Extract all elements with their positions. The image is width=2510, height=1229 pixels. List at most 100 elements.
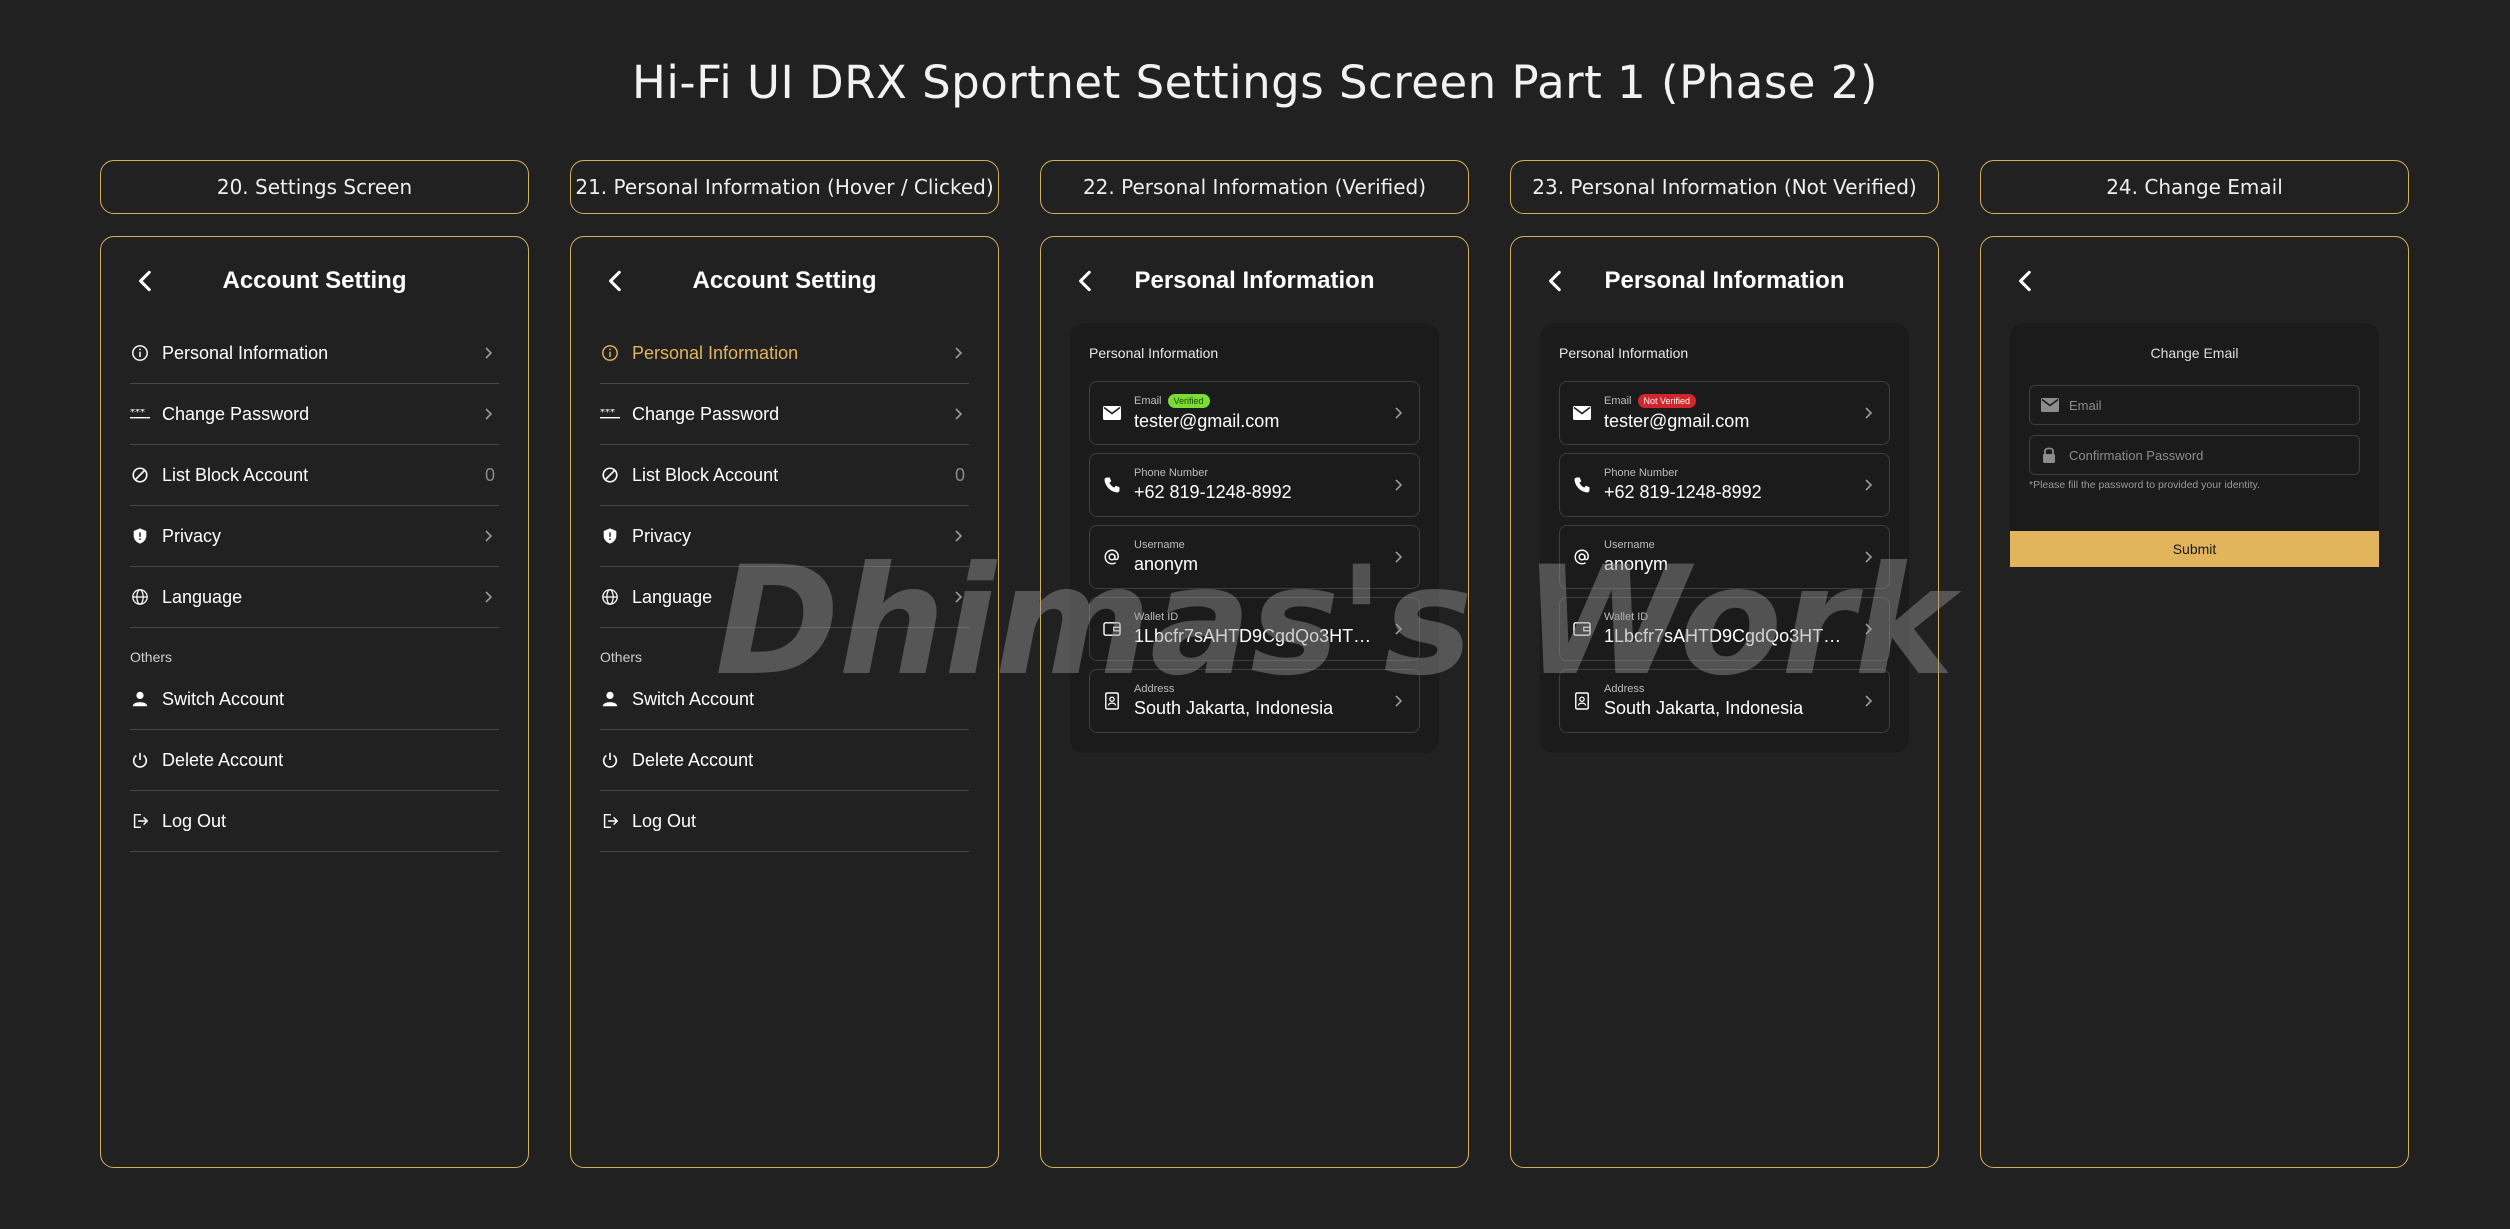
- menu-item-label: Privacy: [632, 525, 692, 546]
- address-book-icon: [1102, 691, 1122, 711]
- phone-value: +62 819-1248-8992: [1604, 482, 1762, 502]
- menu-item-list-block-account[interactable]: List Block Account 0: [600, 445, 969, 506]
- menu-item-label: Language: [162, 586, 243, 607]
- back-arrow-icon[interactable]: [2013, 268, 2039, 294]
- info-row-phone[interactable]: Phone Number +62 819-1248-8992: [1089, 453, 1420, 517]
- menu-item-personal-information[interactable]: Personal Information: [600, 323, 969, 384]
- confirmation-password-input[interactable]: Confirmation Password: [2029, 435, 2360, 475]
- menu-item-list-block-account[interactable]: List Block Account 0: [130, 445, 499, 506]
- info-row-username[interactable]: Username anonym: [1559, 525, 1890, 589]
- address-value: South Jakarta, Indonesia: [1604, 698, 1804, 718]
- verified-badge: Verified: [1167, 394, 1210, 408]
- menu-item-label: Personal Information: [162, 342, 329, 363]
- phone-frame: Account Setting Personal Information ***…: [570, 236, 999, 1168]
- menu-item-switch-account[interactable]: Switch Account: [600, 669, 969, 730]
- svg-text:***: ***: [600, 409, 615, 418]
- menu-item-privacy[interactable]: Privacy: [130, 506, 499, 567]
- screen-label: 23. Personal Information (Not Verified): [1510, 160, 1939, 214]
- info-row-email[interactable]: Email Verified tester@gmail.com: [1089, 381, 1420, 445]
- others-menu: Switch Account Delete Account Log Out: [600, 669, 969, 852]
- personal-info-card: Personal Information Email Not Verified t…: [1540, 323, 1909, 753]
- field-label: Phone Number: [1134, 467, 1208, 479]
- block-icon: [130, 465, 150, 485]
- logout-icon: [600, 811, 620, 831]
- menu-item-language[interactable]: Language: [130, 567, 499, 628]
- page-title: Hi-Fi UI DRX Sportnet Settings Screen Pa…: [632, 56, 1878, 109]
- at-icon: [1572, 547, 1592, 567]
- info-row-email[interactable]: Email Not Verified tester@gmail.com: [1559, 381, 1890, 445]
- chevron-right-icon: [1395, 407, 1403, 419]
- email-placeholder: Email: [2069, 397, 2102, 413]
- block-count: 0: [954, 464, 965, 485]
- phone-frame: Personal Information Personal Informatio…: [1040, 236, 1469, 1168]
- phone-icon: [1572, 475, 1592, 495]
- menu-item-log-out[interactable]: Log Out: [600, 791, 969, 852]
- menu-item-label: Delete Account: [632, 749, 754, 770]
- field-label: Username: [1134, 539, 1185, 551]
- menu-item-label: Switch Account: [632, 688, 755, 709]
- password-dots-icon: ***: [600, 404, 620, 424]
- info-row-wallet[interactable]: Wallet ID 1Lbcfr7sAHTD9CgdQo3HTM...: [1559, 597, 1890, 661]
- info-row-username[interactable]: Username anonym: [1089, 525, 1420, 589]
- menu-item-privacy[interactable]: Privacy: [600, 506, 969, 567]
- info-row-wallet[interactable]: Wallet ID 1Lbcfr7sAHTD9CgdQo3HTM...: [1089, 597, 1420, 661]
- menu-item-label: List Block Account: [162, 464, 309, 485]
- chevron-right-icon: [485, 347, 493, 359]
- chevron-right-icon: [1865, 623, 1873, 635]
- others-menu: Switch Account Delete Account Log Out: [130, 669, 499, 852]
- menu-item-switch-account[interactable]: Switch Account: [130, 669, 499, 730]
- wallet-value: 1Lbcfr7sAHTD9CgdQo3HTM...: [1134, 626, 1381, 646]
- header-title: Personal Information: [1134, 267, 1375, 294]
- field-label: Wallet ID: [1604, 611, 1649, 623]
- menu-item-change-password[interactable]: *** Change Password: [600, 384, 969, 445]
- not-verified-badge: Not Verified: [1637, 394, 1697, 408]
- chevron-right-icon: [1395, 479, 1403, 491]
- address-book-icon: [1572, 691, 1592, 711]
- chevron-right-icon: [955, 530, 963, 542]
- phone-frame: Account Setting Personal Information ***…: [100, 236, 529, 1168]
- menu-item-delete-account[interactable]: Delete Account: [600, 730, 969, 791]
- person-icon: [130, 689, 150, 709]
- wallet-icon: [1572, 619, 1592, 639]
- header-title: Account Setting: [222, 267, 407, 294]
- wallet-icon: [1102, 619, 1122, 639]
- email-value: tester@gmail.com: [1604, 411, 1750, 431]
- menu-item-language[interactable]: Language: [600, 567, 969, 628]
- mail-icon: [1102, 403, 1122, 423]
- info-row-phone[interactable]: Phone Number +62 819-1248-8992: [1559, 453, 1890, 517]
- power-icon: [130, 750, 150, 770]
- info-row-address[interactable]: Address South Jakarta, Indonesia: [1559, 669, 1890, 733]
- menu-item-label: Switch Account: [162, 688, 285, 709]
- password-placeholder: Confirmation Password: [2069, 447, 2204, 463]
- chevron-right-icon: [955, 347, 963, 359]
- screen-23: 23. Personal Information (Not Verified) …: [1510, 160, 1939, 1168]
- section-label-others: Others: [600, 649, 643, 665]
- header-title: Account Setting: [692, 267, 877, 294]
- chevron-right-icon: [1865, 407, 1873, 419]
- chevron-right-icon: [955, 408, 963, 420]
- change-email-title: Change Email: [2150, 345, 2239, 361]
- screen-20: 20. Settings Screen Account Setting Pers…: [100, 160, 529, 1168]
- menu-item-log-out[interactable]: Log Out: [130, 791, 499, 852]
- block-count: 0: [484, 464, 495, 485]
- header-title: Personal Information: [1604, 267, 1845, 294]
- field-label: Email: [1604, 395, 1632, 407]
- person-icon: [600, 689, 620, 709]
- menu-item-label: Log Out: [162, 810, 227, 831]
- settings-menu: Personal Information *** Change Password…: [130, 323, 499, 628]
- info-row-address[interactable]: Address South Jakarta, Indonesia: [1089, 669, 1420, 733]
- menu-item-personal-information[interactable]: Personal Information: [130, 323, 499, 384]
- chevron-right-icon: [1395, 551, 1403, 563]
- mail-icon: [2041, 396, 2059, 414]
- email-input[interactable]: Email: [2029, 385, 2360, 425]
- menu-item-change-password[interactable]: *** Change Password: [130, 384, 499, 445]
- info-icon: [600, 343, 620, 363]
- menu-item-label: Change Password: [162, 403, 310, 424]
- submit-button[interactable]: Submit: [2010, 531, 2379, 567]
- screen-label: 21. Personal Information (Hover / Clicke…: [570, 160, 999, 214]
- chevron-right-icon: [955, 591, 963, 603]
- globe-icon: [130, 587, 150, 607]
- menu-item-delete-account[interactable]: Delete Account: [130, 730, 499, 791]
- chevron-right-icon: [1395, 623, 1403, 635]
- menu-item-label: Change Password: [632, 403, 780, 424]
